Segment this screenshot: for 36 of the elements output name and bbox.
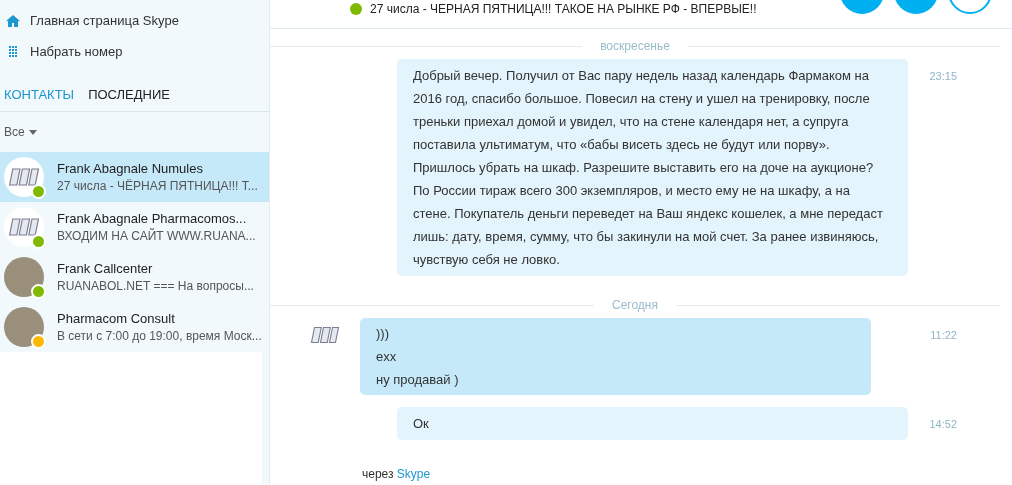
nav-item[interactable]: Главная страница Skype	[0, 5, 269, 36]
contact-item[interactable]: Pharmacom Consult В сети с 7:00 до 19:00, время Моск...	[0, 302, 269, 352]
logo-avatar-icon	[8, 167, 40, 187]
contact-item[interactable]: Frank Callcenter RUANABOL.NET === На вопросы...	[0, 252, 269, 302]
logo-avatar-icon	[8, 217, 40, 237]
dialpad-icon	[6, 44, 20, 59]
contact-message: ВХОДИМ НА САЙТ WWW.RUANA...	[57, 229, 256, 243]
date-divider: воскресенье	[600, 39, 670, 53]
contact-message: 27 числа - ЧЁРНАЯ ПЯТНИЦА!!! Т...	[57, 179, 258, 193]
contact-item[interactable]: Frank Abagnale Pharmacomos... ВХОДИМ НА САЙТ WWW.RUANA...	[0, 202, 269, 252]
mood-message: 27 числа - ЧЕРНАЯ ПЯТНИЦА!!! ТАКОЕ НА РЫНКЕ РФ - ВПЕРВЫЕ!!	[370, 2, 757, 16]
contact-name: Frank Abagnale Pharmacomos...	[57, 211, 248, 226]
message-bubble: ))) exx ну продавай )	[360, 318, 871, 395]
contact-message: RUANABOL.NET === На вопросы...	[57, 279, 254, 293]
message-time: 23:15	[929, 69, 957, 82]
contact-name: Frank Callcenter	[57, 261, 154, 276]
contact-name: Frank Abagnale Numules	[57, 161, 204, 176]
message-bubble: Ок	[397, 407, 908, 440]
photo-placeholder	[4, 257, 44, 297]
nav-label[interactable]: Набрать номер	[30, 44, 123, 59]
tab[interactable]: ПОСЛЕДНИЕ	[88, 86, 170, 102]
nav-label[interactable]: Главная страница Skype	[30, 13, 179, 28]
contact-item[interactable]: Frank Abagnale Numules 27 числа - ЧЁРНАЯ ПЯТНИЦА!!! Т...	[0, 152, 269, 202]
caret-icon[interactable]	[28, 129, 37, 135]
date-divider: Сегодня	[612, 298, 658, 312]
message-time: 14:52	[929, 417, 957, 430]
nav-item[interactable]: Набрать номер	[0, 36, 269, 67]
photo-placeholder	[4, 307, 44, 347]
home-icon	[6, 13, 20, 28]
via-label: через	[362, 467, 394, 481]
logo-avatar-icon	[310, 326, 340, 344]
message-time: 11:22	[930, 328, 957, 341]
contact-name: Pharmacom Consult	[57, 311, 176, 326]
filter-dropdown[interactable]: Все	[4, 125, 25, 139]
message-bubble: Добрый вечер. Получил от Вас пару недель назад календарь Фармаком на 2016 год, спасибо большое. Повесил на стену и ушел на тренировку, после треньки приехал домой и увидел, что на стене календаря нет, а супруга поставила ультиматум, что «бабы висеть здесь не будут или порву». Пришлось убрать на шкаф. Разрешите выставить его на доче на аукционе? По России тираж всего 300 экземпляров, и место ему не на шкафу, а на стене. Покупатель деньги переведет на Ваш яндекс кошелек, а мне передаст лишь: дату, время, сумму, что бы закинули на мой счет. За ранее извиняюсь, чувствую себя не ловко.	[397, 59, 908, 276]
contact-message: В сети с 7:00 до 19:00, время Моск...	[57, 329, 262, 343]
